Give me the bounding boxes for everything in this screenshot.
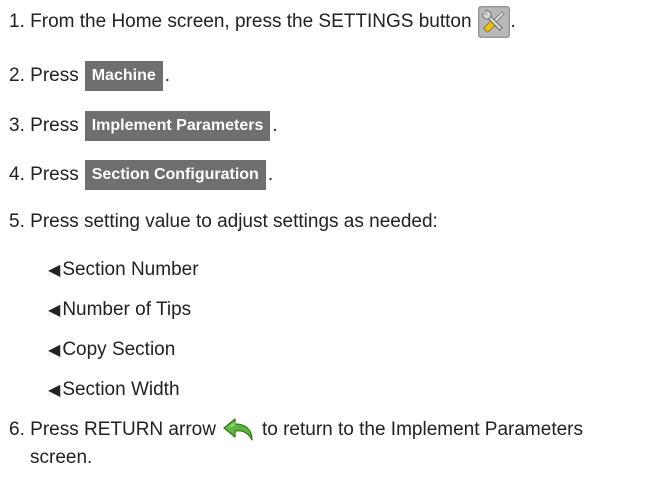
settings-tools-icon <box>477 6 510 38</box>
list-item-label: Section Width <box>62 379 180 400</box>
step-text: Press <box>30 65 79 86</box>
instruction-document: 1. From the Home screen, press the SETTI… <box>0 0 667 481</box>
list-item: ◀ Number of Tips <box>48 298 191 323</box>
step-text: Press <box>30 115 79 136</box>
left-arrow-bullet-icon: ◀ <box>48 382 61 399</box>
section-configuration-button[interactable]: Section Configuration <box>84 160 266 190</box>
step-text: Press setting value to adjust settings a… <box>30 211 438 232</box>
list-item-label: Copy Section <box>62 339 176 360</box>
step-punct: . <box>267 164 274 185</box>
return-arrow-icon <box>222 417 256 443</box>
implement-parameters-button[interactable]: Implement Parameters <box>84 111 271 141</box>
left-arrow-bullet-icon: ◀ <box>48 302 61 319</box>
step-number: 4. <box>9 164 25 185</box>
step-3: 3. Press Implement Parameters . <box>9 111 278 141</box>
step-punct: . <box>510 11 516 32</box>
step-number: 2. <box>9 65 25 86</box>
step-punct: . <box>272 115 278 136</box>
step-5: 5. Press setting value to adjust setting… <box>9 210 438 234</box>
step-text: Press RETURN arrow <box>30 419 216 440</box>
step-6: 6. Press RETURN arrow to return to the I… <box>9 417 583 443</box>
step-text: Press <box>30 164 79 185</box>
list-item: ◀ Section Width <box>48 378 180 403</box>
list-item: ◀ Section Number <box>48 258 199 283</box>
step-6-continuation: screen. <box>30 446 92 470</box>
step-1: 1. From the Home screen, press the SETTI… <box>9 6 516 38</box>
left-arrow-bullet-icon: ◀ <box>48 262 61 279</box>
left-arrow-bullet-icon: ◀ <box>48 342 61 359</box>
list-item: ◀ Copy Section <box>48 338 175 363</box>
list-item-label: Number of Tips <box>62 299 192 320</box>
step-number: 6. <box>9 419 25 440</box>
step-2: 2. Press Machine . <box>9 61 170 91</box>
step-number: 1. <box>9 11 25 32</box>
step-number: 5. <box>9 211 25 232</box>
step-punct: . <box>164 65 171 86</box>
step-text: From the Home screen, press the SETTINGS… <box>30 11 472 32</box>
step-text-wrap: screen. <box>30 447 93 468</box>
step-number: 3. <box>9 115 25 136</box>
step-text-continued: to return to the Implement Parameters <box>261 419 583 440</box>
list-item-label: Section Number <box>62 259 199 280</box>
machine-button[interactable]: Machine <box>84 61 163 91</box>
step-4: 4. Press Section Configuration . <box>9 160 273 190</box>
